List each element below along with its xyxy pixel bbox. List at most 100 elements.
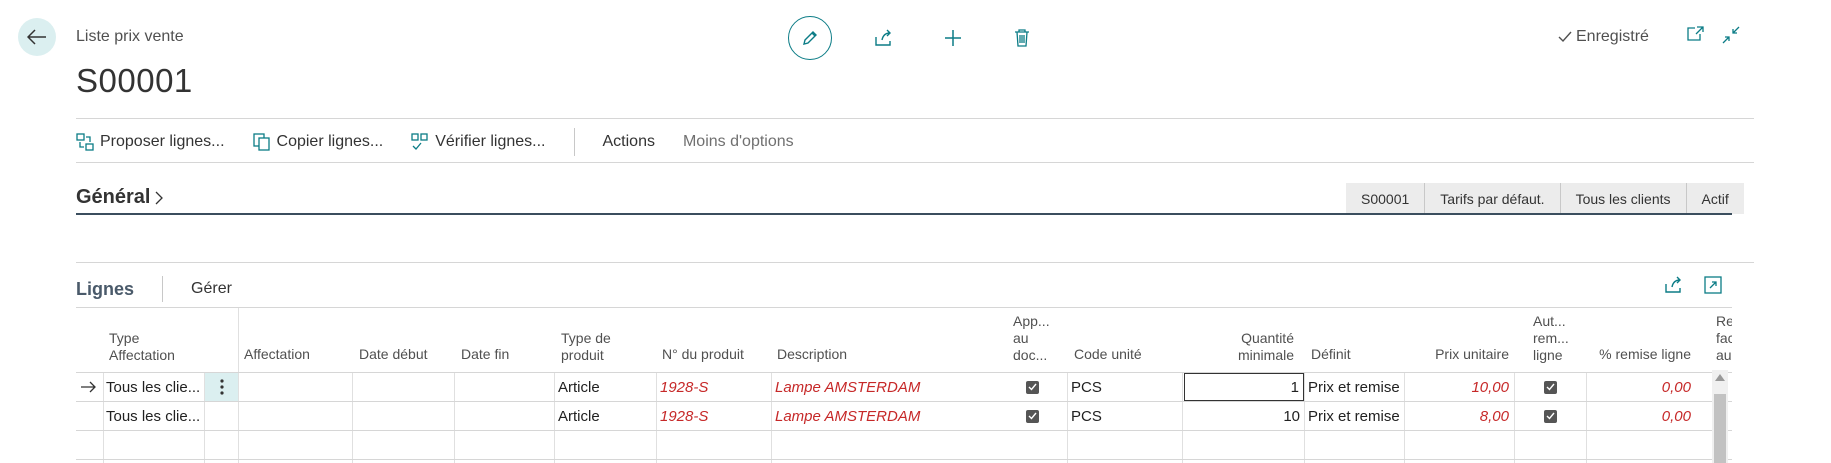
checkmark-icon	[1558, 31, 1572, 43]
product-number-cell[interactable]: 1928-S	[660, 373, 768, 401]
column-divider	[1586, 372, 1587, 463]
scroll-up-icon[interactable]	[1715, 374, 1725, 381]
current-row-indicator	[80, 373, 102, 401]
edit-button[interactable]	[788, 16, 832, 60]
back-button[interactable]	[18, 18, 56, 56]
date-debut-cell[interactable]	[359, 402, 451, 430]
verify-lines-button[interactable]: Vérifier lignes...	[411, 133, 546, 151]
column-header[interactable]: Affectation	[244, 346, 310, 363]
fewer-options-button[interactable]: Moins d'options	[683, 133, 794, 151]
type-produit-cell[interactable]: Article	[558, 402, 654, 430]
open-new-window-icon[interactable]	[1686, 26, 1704, 42]
column-header[interactable]: Description	[777, 346, 847, 363]
column-header[interactable]: Quantité minimale	[1212, 330, 1294, 364]
line-discount-cell[interactable]: 0,00	[1590, 402, 1691, 430]
column-header[interactable]: App... au doc...	[1013, 313, 1055, 364]
lines-title[interactable]: Lignes	[76, 279, 134, 300]
summary-tag: Tarifs par défaut.	[1424, 183, 1560, 214]
defines-cell[interactable]: Prix et remise	[1308, 402, 1404, 430]
column-divider	[1514, 372, 1515, 463]
affectation-cell[interactable]	[244, 402, 350, 430]
action-bar: Proposer lignes... Copier lignes... Véri…	[76, 128, 822, 156]
min-quantity-input[interactable]: 1	[1184, 373, 1304, 401]
date-fin-cell[interactable]	[461, 402, 551, 430]
type-affectation-cell[interactable]: Tous les clie...	[106, 373, 204, 401]
unit-price-cell[interactable]: 8,00	[1408, 402, 1509, 430]
column-divider	[1304, 372, 1305, 463]
delete-button[interactable]	[1005, 21, 1039, 55]
manage-menu[interactable]: Gérer	[191, 280, 232, 298]
column-header[interactable]: Type de produit	[561, 330, 631, 364]
column-header[interactable]: Prix unitaire	[1406, 346, 1509, 363]
share-button[interactable]	[867, 21, 901, 55]
collapse-icon[interactable]	[1722, 26, 1740, 44]
description-cell[interactable]: Lampe AMSTERDAM	[775, 373, 1005, 401]
column-divider	[1067, 372, 1068, 463]
breadcrumb[interactable]: Liste prix vente	[76, 28, 184, 46]
allow-line-discount-checkbox[interactable]	[1544, 402, 1564, 430]
row-divider	[76, 459, 1732, 460]
scrollbar-thumb[interactable]	[1714, 394, 1726, 463]
window-controls	[1686, 26, 1740, 44]
defines-cell[interactable]: Prix et remise	[1308, 373, 1404, 401]
actions-menu[interactable]: Actions	[603, 133, 655, 151]
column-header[interactable]: Date fin	[461, 346, 509, 363]
unit-price-cell[interactable]: 10,00	[1408, 373, 1509, 401]
description-cell[interactable]: Lampe AMSTERDAM	[775, 402, 1005, 430]
section-underline	[76, 213, 1732, 215]
copy-lines-button[interactable]: Copier lignes...	[252, 133, 384, 151]
column-header[interactable]: Définit	[1311, 346, 1351, 363]
verify-lines-icon	[411, 133, 428, 150]
unit-code-cell[interactable]: PCS	[1071, 373, 1179, 401]
summary-tag: Actif	[1685, 183, 1744, 214]
date-fin-cell[interactable]	[461, 373, 551, 401]
new-button[interactable]	[936, 21, 970, 55]
lines-separator	[162, 276, 164, 302]
column-header[interactable]: Code unité	[1074, 346, 1142, 363]
column-header[interactable]: Re fac au	[1716, 313, 1732, 364]
action-separator	[573, 128, 575, 156]
affectation-cell[interactable]	[244, 373, 350, 401]
summary-tag: S00001	[1346, 183, 1425, 214]
checkmark-icon	[1544, 409, 1557, 423]
suggest-lines-icon	[76, 133, 94, 151]
copy-lines-label: Copier lignes...	[276, 133, 384, 150]
column-header[interactable]: % remise ligne	[1586, 346, 1691, 363]
share-icon[interactable]	[1664, 276, 1684, 294]
product-number-cell[interactable]: 1928-S	[660, 402, 768, 430]
type-produit-cell[interactable]: Article	[558, 373, 654, 401]
arrow-left-icon	[27, 29, 46, 45]
column-divider	[1182, 372, 1183, 463]
share-icon	[875, 29, 891, 46]
general-section-header[interactable]: Général	[76, 186, 164, 209]
checkmark-icon	[1026, 409, 1039, 423]
type-affectation-cell[interactable]: Tous les clie...	[106, 402, 204, 430]
unit-code-cell[interactable]: PCS	[1071, 402, 1179, 430]
copy-lines-icon	[252, 133, 270, 151]
top-action-group	[788, 16, 1039, 60]
suggest-lines-button[interactable]: Proposer lignes...	[76, 133, 225, 151]
summary-tag: Tous les clients	[1559, 183, 1686, 214]
column-header[interactable]: N° du produit	[662, 346, 744, 363]
checkmark-icon	[1544, 380, 1557, 394]
column-header[interactable]: Date début	[359, 346, 428, 363]
expand-icon[interactable]	[1704, 276, 1722, 294]
column-header[interactable]: Aut... rem... ligne	[1533, 313, 1571, 364]
min-quantity-cell[interactable]: 10	[1184, 402, 1304, 430]
verify-lines-label: Vérifier lignes...	[435, 133, 546, 150]
apply-to-doc-checkbox[interactable]	[1026, 373, 1046, 401]
chevron-right-icon	[156, 191, 164, 204]
row-divider	[76, 430, 1732, 431]
date-debut-cell[interactable]	[359, 373, 451, 401]
apply-to-doc-checkbox[interactable]	[1026, 402, 1046, 430]
column-divider	[238, 308, 239, 463]
page-title: S00001	[76, 62, 193, 99]
line-discount-cell[interactable]: 0,00	[1590, 373, 1691, 401]
column-divider	[554, 372, 555, 463]
more-vertical-icon	[219, 379, 224, 395]
column-divider	[656, 372, 657, 463]
row-menu-button[interactable]	[205, 373, 238, 401]
allow-line-discount-checkbox[interactable]	[1544, 373, 1564, 401]
divider	[76, 118, 1754, 119]
column-header[interactable]: Type Affectation	[109, 330, 199, 364]
